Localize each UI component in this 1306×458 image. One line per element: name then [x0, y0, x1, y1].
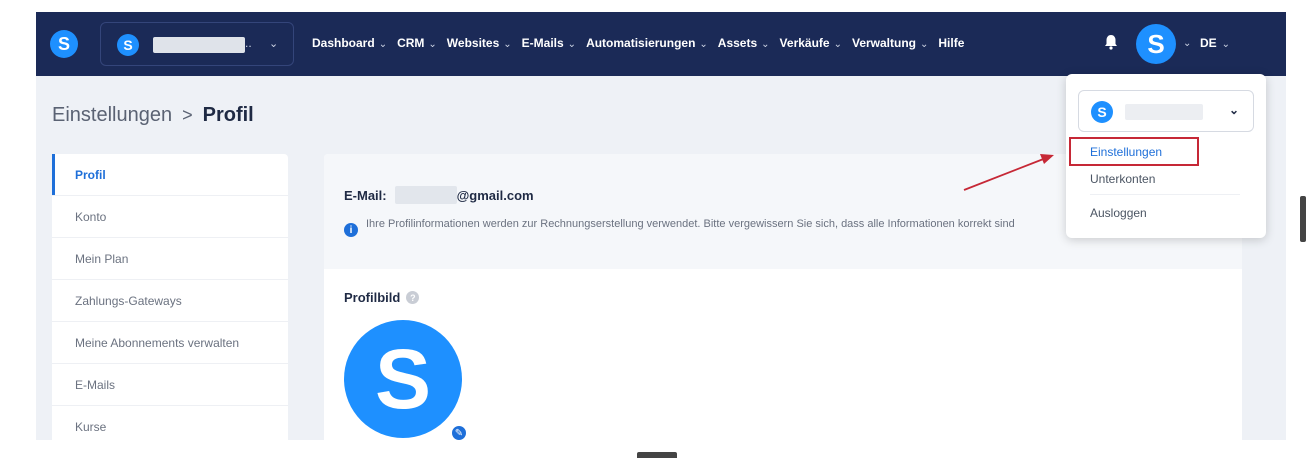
dropdown-account-select[interactable]: S ⌄: [1078, 90, 1254, 132]
email-domain: @gmail.com: [456, 187, 534, 203]
sidebar-item-konto[interactable]: Konto: [52, 196, 288, 238]
chevron-down-icon: ⌄: [699, 39, 708, 50]
language-label: DE: [1200, 36, 1217, 50]
menu-item-unterkonten[interactable]: Unterkonten: [1090, 172, 1155, 186]
chevron-down-icon: ⌄: [1229, 103, 1240, 117]
profilbild-label: Profilbild: [344, 290, 401, 305]
account-name-redacted: [153, 37, 245, 53]
profilbild-heading: Profilbild ?: [344, 290, 420, 305]
breadcrumb-parent[interactable]: Einstellungen: [52, 104, 172, 127]
nav-crm[interactable]: CRM ⌄: [397, 36, 437, 50]
pencil-icon[interactable]: ✎: [450, 424, 468, 440]
nav-verwaltung[interactable]: Verwaltung ⌄: [852, 36, 928, 50]
top-navbar: S S .. ⌄ Dashboard ⌄ CRM ⌄ Websites ⌄ E-Mai…: [36, 12, 1286, 76]
nav-automatisierungen[interactable]: Automatisierungen ⌄: [586, 36, 708, 50]
nav-label: Verwaltung: [851, 36, 916, 50]
nav-label: E-Mails: [521, 36, 564, 50]
language-switcher[interactable]: DE ⌄: [1200, 36, 1230, 50]
account-logo: S: [1091, 101, 1113, 123]
info-icon: i: [344, 223, 358, 237]
nav-label: Hilfe: [938, 36, 965, 50]
help-icon[interactable]: ?: [406, 291, 420, 304]
scroll-marker: [637, 452, 677, 458]
chevron-down-icon: ⌄: [567, 39, 577, 50]
account-switcher[interactable]: S .. ⌄: [100, 22, 294, 66]
email-display: E-Mail: @gmail.com: [344, 186, 534, 204]
settings-sidebar: Profil Konto Mein Plan Zahlungs-Gateways…: [52, 154, 288, 440]
chevron-down-icon: ⌄: [269, 38, 279, 50]
sidebar-item-mein-plan[interactable]: Mein Plan: [52, 238, 288, 280]
chevron-down-icon: ⌄: [833, 39, 842, 50]
brand-logo[interactable]: S: [50, 30, 78, 58]
annotation-highlight-box: [1069, 137, 1199, 166]
breadcrumb: Einstellungen > Profil: [52, 104, 254, 127]
main-nav: Dashboard ⌄ CRM ⌄ Websites ⌄ E-Mails ⌄ Autom…: [312, 36, 974, 50]
chevron-down-icon[interactable]: ⌄: [1183, 38, 1191, 49]
chevron-down-icon: ⌄: [920, 39, 929, 50]
nav-hilfe[interactable]: Hilfe: [938, 36, 964, 50]
nav-label: CRM: [397, 36, 425, 50]
chevron-down-icon: ⌄: [378, 39, 388, 50]
nav-label: Websites: [446, 36, 500, 50]
bell-icon[interactable]: [1104, 34, 1118, 54]
menu-item-ausloggen[interactable]: Ausloggen: [1090, 206, 1147, 220]
account-logo: S: [117, 34, 139, 56]
sidebar-item-emails[interactable]: E-Mails: [52, 364, 288, 406]
email-redacted: [394, 186, 457, 204]
nav-assets[interactable]: Assets ⌄: [718, 36, 770, 50]
sidebar-item-kurse[interactable]: Kurse: [52, 406, 288, 440]
nav-label: Assets: [717, 36, 758, 50]
sidebar-item-zahlungs-gateways[interactable]: Zahlungs-Gateways: [52, 280, 288, 322]
sidebar-item-abonnements[interactable]: Meine Abonnements verwalten: [52, 322, 288, 364]
chevron-down-icon: ⌄: [503, 39, 512, 50]
nav-label: Verkäufe: [779, 36, 830, 50]
nav-verkaeufe[interactable]: Verkäufe ⌄: [780, 36, 842, 50]
scroll-marker: [1300, 196, 1306, 242]
account-name-ellipsis: ..: [245, 36, 252, 50]
account-name-redacted: [1125, 104, 1203, 120]
info-text: Ihre Profilinformationen werden zur Rech…: [366, 218, 1015, 230]
bell-icon-svg: [1105, 35, 1117, 50]
profile-picture: S: [344, 320, 462, 438]
nav-label: Dashboard: [312, 36, 375, 50]
chevron-down-icon: ⌄: [428, 39, 437, 50]
app-frame: S S .. ⌄ Dashboard ⌄ CRM ⌄ Websites ⌄ E-Mai…: [36, 12, 1286, 440]
chevron-right-icon: >: [182, 105, 193, 125]
sidebar-item-profil[interactable]: Profil: [52, 154, 288, 196]
chevron-down-icon: ⌄: [761, 39, 770, 50]
user-avatar[interactable]: S: [1136, 24, 1176, 64]
page-title: Profil: [202, 104, 254, 126]
nav-dashboard[interactable]: Dashboard ⌄: [312, 36, 387, 50]
chevron-down-icon: ⌄: [1221, 39, 1231, 50]
nav-label: Automatisierungen: [586, 36, 696, 50]
email-label: E-Mail:: [344, 187, 387, 203]
menu-divider: [1090, 194, 1240, 195]
nav-websites[interactable]: Websites ⌄: [447, 36, 512, 50]
nav-emails[interactable]: E-Mails ⌄: [522, 36, 576, 50]
